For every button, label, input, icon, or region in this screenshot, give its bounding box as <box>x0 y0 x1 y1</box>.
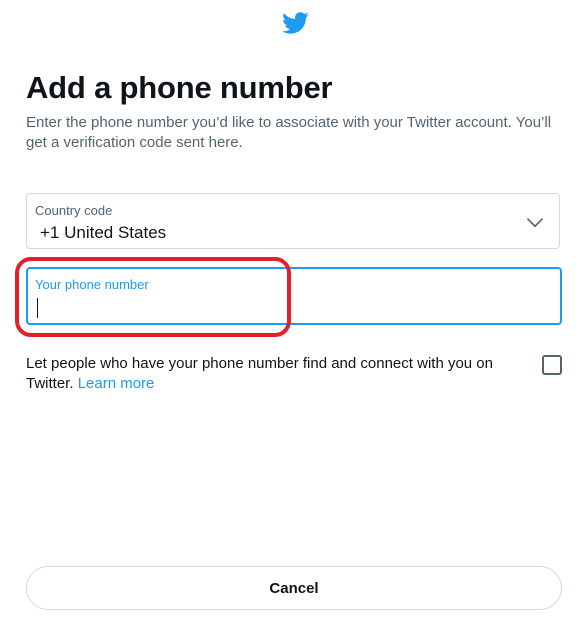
text-cursor <box>37 298 38 318</box>
phone-number-label: Your phone number <box>35 277 149 292</box>
page-subtitle: Enter the phone number you’d like to ass… <box>26 114 552 151</box>
twitter-bird-icon <box>282 12 309 34</box>
country-code-value: +1 United States <box>40 223 167 242</box>
discoverability-checkbox[interactable] <box>542 355 562 375</box>
phone-number-field[interactable]: Your phone number <box>26 267 562 325</box>
country-code-select[interactable]: Country code +1 United States <box>26 193 560 249</box>
chevron-down-icon <box>526 218 544 228</box>
cancel-button[interactable]: Cancel <box>26 566 562 610</box>
phone-number-input[interactable] <box>35 296 545 320</box>
learn-more-link[interactable]: Learn more <box>78 375 155 392</box>
country-code-label: Country code <box>35 203 113 218</box>
page-title: Add a phone number <box>26 70 333 105</box>
discoverability-text: Let people who have your phone number fi… <box>26 354 516 394</box>
